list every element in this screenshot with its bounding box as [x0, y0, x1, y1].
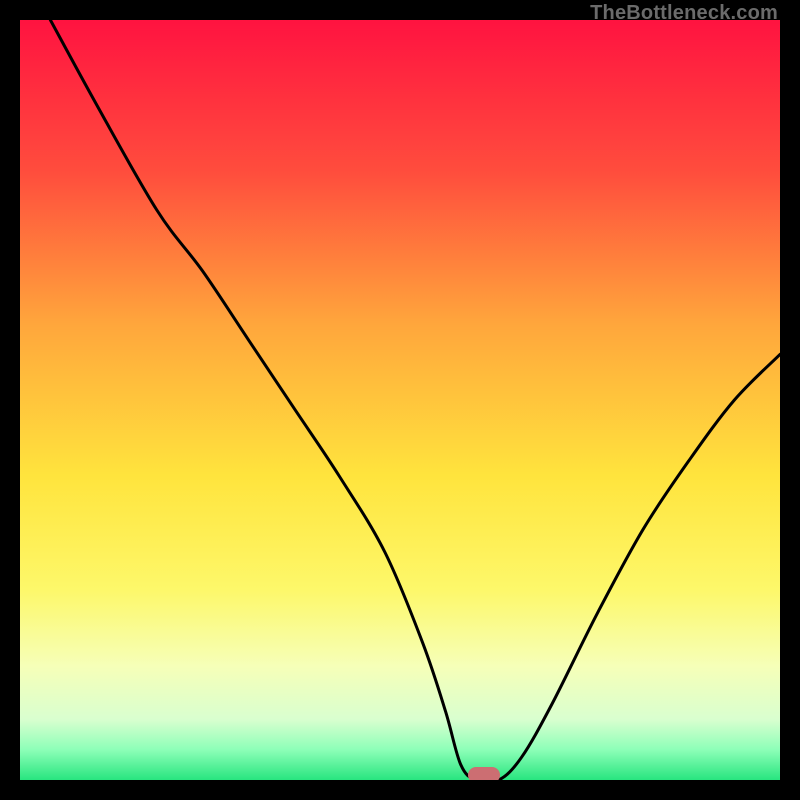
- optimal-point-marker: [468, 767, 500, 780]
- chart-frame: TheBottleneck.com: [0, 0, 800, 800]
- bottleneck-curve: [20, 20, 780, 780]
- watermark-text: TheBottleneck.com: [590, 2, 778, 25]
- plot-area: [20, 20, 780, 780]
